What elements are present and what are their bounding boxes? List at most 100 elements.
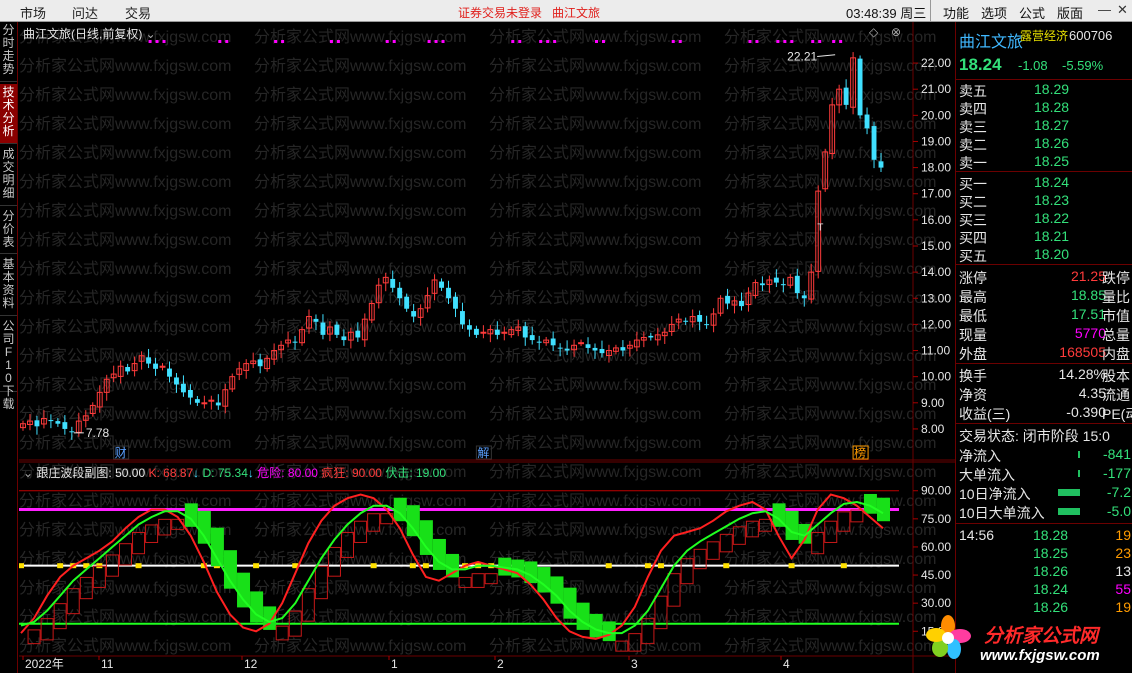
diamond-icon[interactable]: ◇ [869, 25, 878, 39]
watermark-text: 分析家公式网www.fxjgsw.com [724, 376, 936, 394]
stat-label2: 量比 [1102, 289, 1130, 305]
signal-dot [783, 40, 787, 43]
tick-price: 18.24 [1033, 581, 1069, 597]
tab-trade-detail[interactable]: 成交明细 [0, 146, 17, 206]
flow-value: -5.0 [1106, 503, 1131, 519]
watermark-text: 分析家公式网www.fxjgsw.com [19, 492, 231, 510]
top-menu-bar: 市场 问达 交易 证券交易未登录 曲江文旅 03:48:39 周三 功能 选项 … [0, 0, 1132, 22]
watermark-text: 分析家公式网www.fxjgsw.com [489, 492, 701, 510]
signal-dot [392, 40, 396, 43]
ask-row-3[interactable]: 卖三 18.27 [956, 116, 1132, 135]
trade-status: 交易状态: 闭市阶段 15:0 [959, 428, 1110, 444]
candle-body [194, 399, 200, 403]
ask-row-5[interactable]: 卖五 18.29 [956, 80, 1132, 99]
tick-row[interactable]: 14:56 18.28 19 [956, 526, 1132, 545]
tick-volume: 13 [1115, 563, 1131, 579]
tick-row[interactable]: 18.26 13 [956, 562, 1132, 581]
tick-row[interactable]: 18.24 55 [956, 580, 1132, 599]
tab-intraday[interactable]: 分时走势 [0, 22, 17, 82]
menu-formula[interactable]: 公式 [1019, 3, 1045, 22]
mid-marker [253, 563, 260, 569]
tab-technical[interactable]: 技术分析 [0, 84, 17, 144]
login-warning[interactable]: 证券交易未登录 曲江文旅 [458, 4, 600, 21]
concept-tag[interactable]: 露营经济 [1020, 27, 1068, 44]
y-tick-label: 14.00 [921, 265, 951, 279]
ask-row-1[interactable]: 卖一 18.25 [956, 152, 1132, 171]
divider [930, 0, 931, 21]
tab-basic-info[interactable]: 基本资料 [0, 256, 17, 316]
watermark-text: 分析家公式网www.fxjgsw.com [724, 260, 936, 278]
bid-row-2[interactable]: 买二 18.23 [956, 191, 1132, 210]
mid-marker [370, 563, 377, 569]
close-icon[interactable]: ✕ [1117, 2, 1128, 18]
watermark-text: 分析家公式网www.fxjgsw.com [254, 115, 466, 133]
y-tick-label: 21.00 [921, 82, 951, 96]
menu-layout[interactable]: 版面 [1057, 3, 1083, 22]
watermark-text: 分析家公式网www.fxjgsw.com [489, 260, 701, 278]
candle-body [292, 341, 298, 343]
signal-dot [790, 40, 794, 43]
bid-row-1[interactable]: 买一 18.24 [956, 173, 1132, 192]
candle-body [857, 58, 863, 116]
minimize-icon[interactable]: — [1098, 2, 1111, 17]
k-arrow-icon: ↓ [193, 466, 200, 480]
watermark-text: 分析家公式网www.fxjgsw.com [19, 57, 231, 75]
stock-title: 曲江文旅 [552, 6, 601, 20]
stat-row: 现量 5770 总量 [956, 324, 1132, 343]
y-tick-label: 15.00 [921, 239, 951, 253]
watermark-text: 分析家公式网www.fxjgsw.com [19, 115, 231, 133]
mid-marker [605, 563, 612, 569]
stat-label: 外盘 [959, 346, 987, 362]
watermark-text: 分析家公式网www.fxjgsw.com [254, 173, 466, 191]
signal-dot [748, 40, 752, 43]
menu-options[interactable]: 选项 [981, 3, 1007, 22]
bid-row-4[interactable]: 买四 18.21 [956, 227, 1132, 246]
trend-block-down [406, 505, 420, 537]
divider [956, 423, 1132, 424]
candle-body [697, 314, 703, 322]
candle-body [153, 363, 158, 369]
close-chart-icon[interactable]: ⊗ [891, 25, 901, 39]
candle-body [529, 335, 535, 341]
indicator-y-tick: 90.00 [921, 484, 951, 498]
ask-row-4[interactable]: 卖四 18.28 [956, 98, 1132, 117]
watermark-text: 分析家公式网www.fxjgsw.com [254, 231, 466, 249]
signal-dot [818, 40, 822, 43]
indicator-menu-icon[interactable]: ⌄ [23, 466, 33, 480]
menu-market[interactable]: 市场 [20, 3, 46, 22]
candle-body [780, 284, 786, 286]
ask-price: 18.27 [1034, 117, 1070, 133]
menu-wenda[interactable]: 问达 [72, 3, 98, 22]
x-tick-label: 4 [783, 657, 790, 671]
ask-price: 18.25 [1034, 153, 1070, 169]
tab-price-table[interactable]: 分价表 [0, 208, 17, 254]
tab-f10-download[interactable]: 公司F10下载 [0, 318, 17, 411]
menu-function[interactable]: 功能 [943, 3, 969, 22]
signal-dot [776, 40, 780, 43]
kline-chart-area[interactable]: 分析家公式网www.fxjgsw.com 分析家公式网www.fxjgsw.com… [19, 22, 955, 673]
x-tick-label: 2 [497, 657, 504, 671]
flow-value: -7.2 [1106, 484, 1131, 500]
stat-value: 14.28% [1058, 366, 1106, 382]
ask-row-2[interactable]: 卖二 18.26 [956, 134, 1132, 153]
menu-trade[interactable]: 交易 [125, 3, 151, 22]
bid-row-3[interactable]: 买三 18.22 [956, 209, 1132, 228]
trend-block-down [419, 520, 433, 555]
candle-body [69, 431, 75, 433]
chart-title: 曲江文旅(日线,前复权) ⌄ [23, 25, 156, 42]
y-tick-label: 17.00 [921, 187, 951, 201]
tick-price: 18.26 [1033, 563, 1069, 579]
y-tick-label: 20.00 [921, 108, 951, 122]
indicator-name: 跟庄波段副图 [36, 466, 109, 480]
tick-row[interactable]: 18.25 23 [956, 544, 1132, 563]
watermark-text: 分析家公式网www.fxjgsw.com [254, 347, 466, 365]
signal-dot [427, 40, 431, 43]
watermark-text: 分析家公式网www.fxjgsw.com [724, 57, 936, 75]
divider [956, 171, 1132, 172]
bid-row-5[interactable]: 买五 18.20 [956, 245, 1132, 264]
stat-label2: 跌停 [1102, 270, 1130, 286]
dropdown-icon[interactable]: ⌄ [146, 27, 156, 41]
watermark-text: 分析家公式网www.fxjgsw.com [724, 173, 936, 191]
watermark-text: 分析家公式网www.fxjgsw.com [724, 202, 936, 220]
candle-body [34, 420, 40, 427]
